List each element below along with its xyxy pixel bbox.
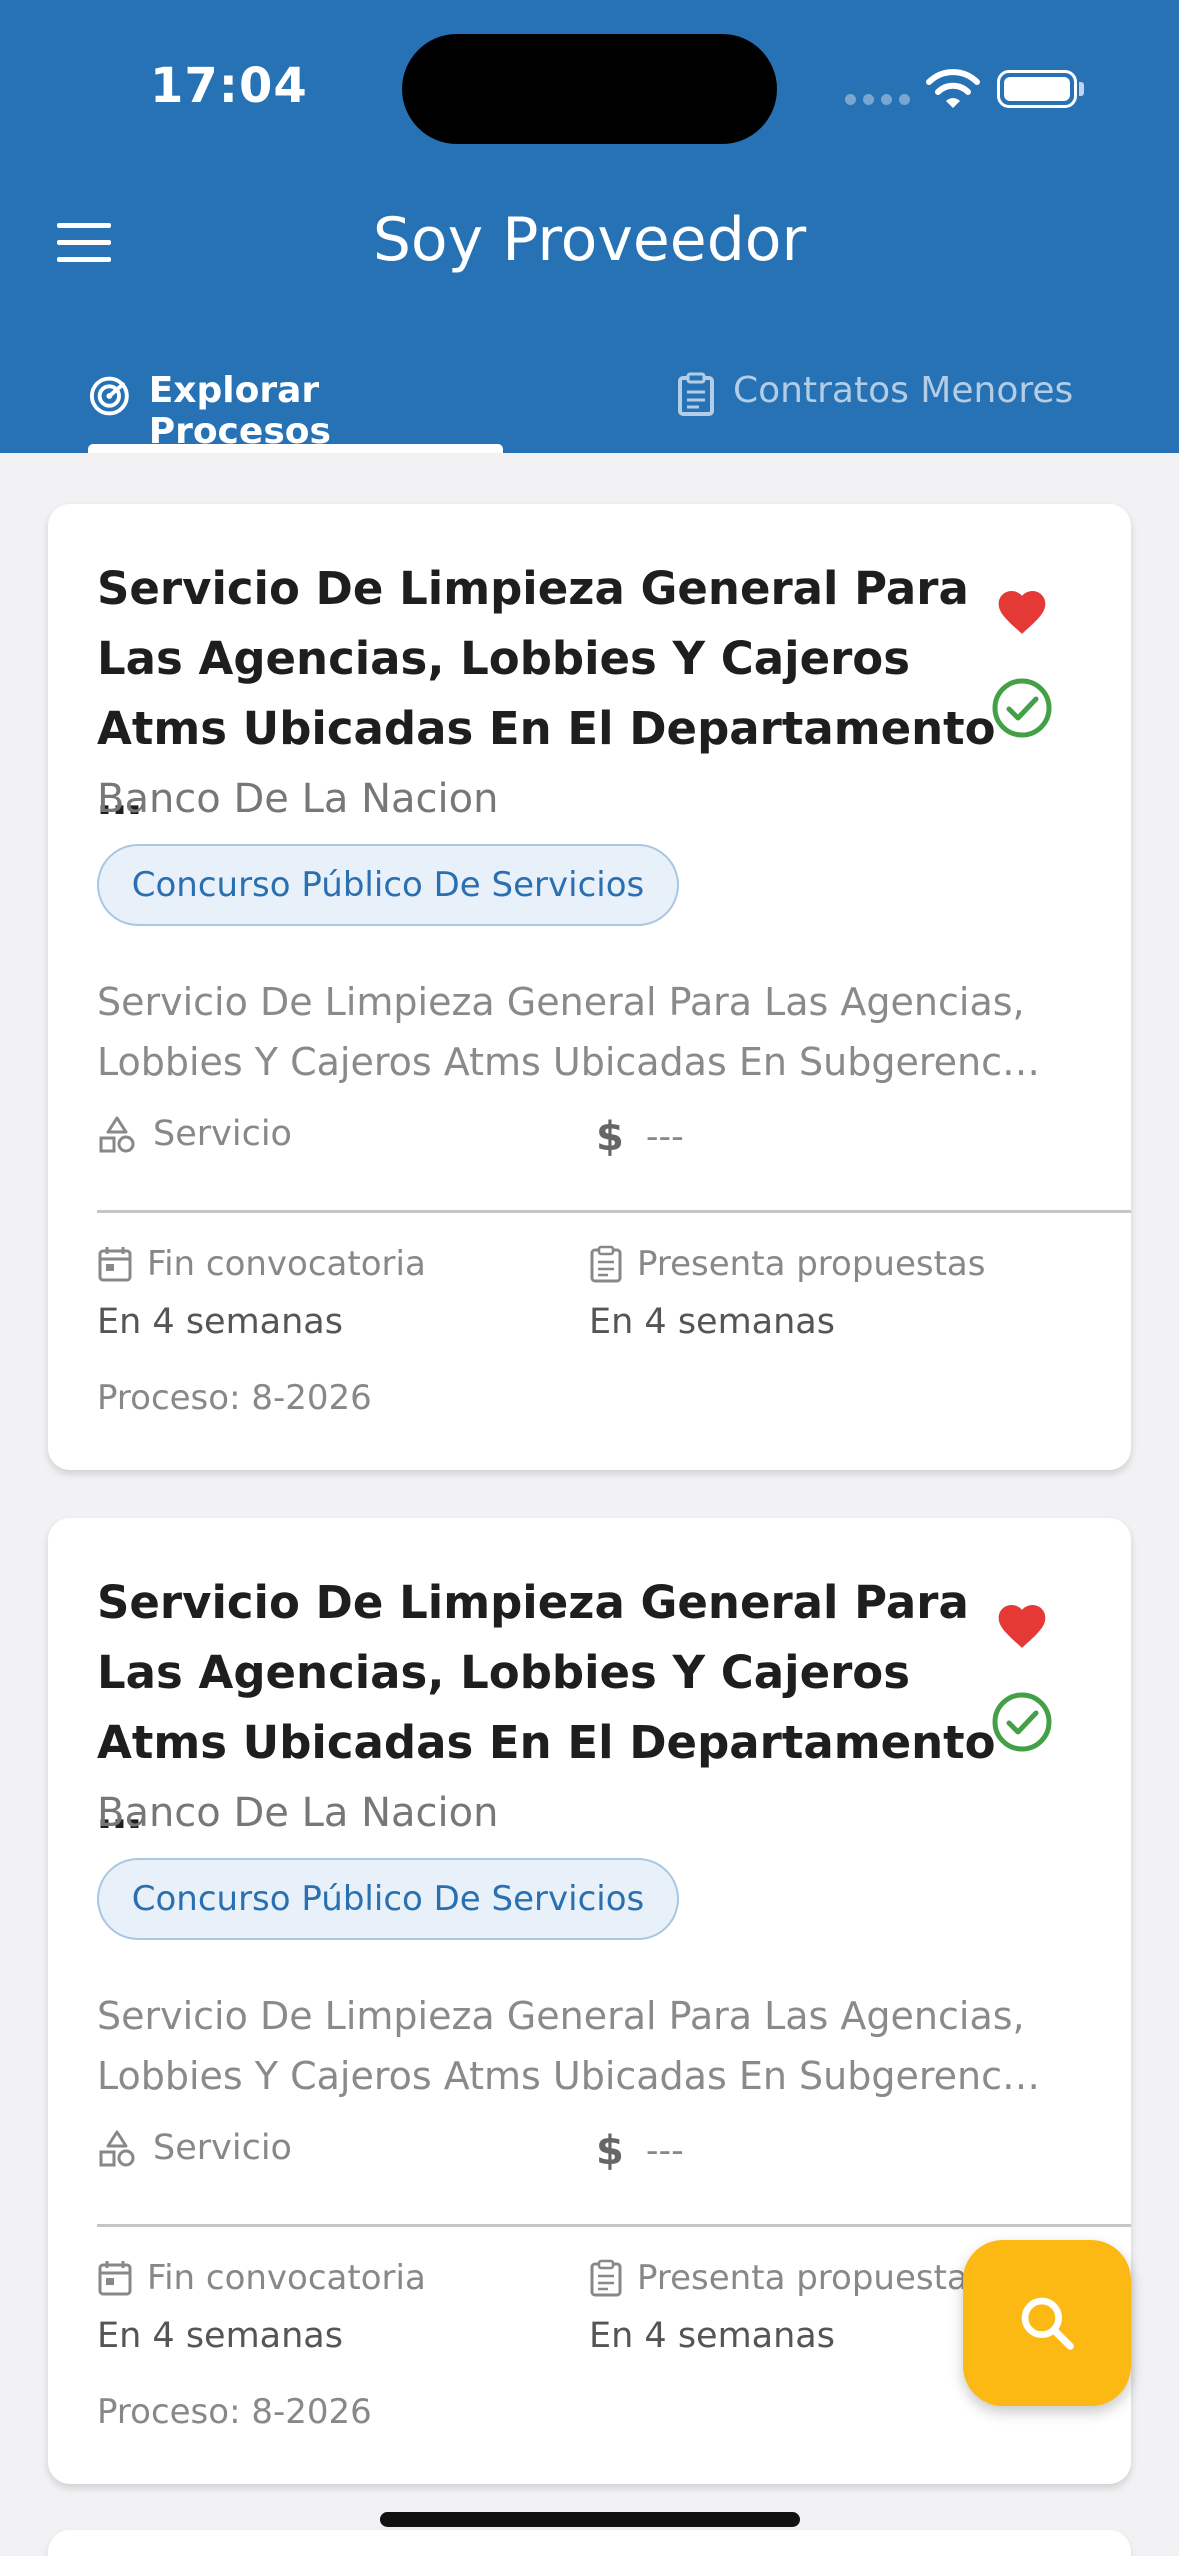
process-type-badge: Concurso Público De Servicios <box>97 844 679 926</box>
category-label: Servicio <box>153 2128 292 2168</box>
clipboard-icon <box>678 372 714 416</box>
amount-value: --- <box>645 1117 684 1157</box>
radar-icon <box>89 376 129 416</box>
app-header: 17:04 Soy Proveedor Explorar Procesos Co… <box>0 0 1179 453</box>
process-card[interactable] <box>48 2530 1131 2556</box>
status-time: 17:04 <box>150 58 308 114</box>
deadline-label: Fin convocatoria <box>97 2258 426 2298</box>
card-description: Servicio De Limpieza General Para Las Ag… <box>97 1994 1040 2098</box>
check-circle-icon[interactable] <box>990 1690 1054 1754</box>
tab-contratos-menores[interactable]: Contratos Menores <box>677 360 1097 453</box>
dynamic-island <box>402 34 777 144</box>
divider <box>97 2224 1131 2227</box>
proposal-value: En 4 semanas <box>589 2316 835 2356</box>
dollar-icon: $ <box>596 2128 624 2174</box>
shapes-icon <box>99 2130 135 2167</box>
deadline-value: En 4 semanas <box>97 1302 343 1342</box>
clipboard-icon <box>590 1245 622 1283</box>
process-number: Proceso: 8-2026 <box>97 1378 372 1418</box>
deadline-value: En 4 semanas <box>97 2316 343 2356</box>
wifi-icon <box>926 69 980 108</box>
proposal-label: Presenta propuestas <box>589 1244 985 1284</box>
process-type-badge: Concurso Público De Servicios <box>97 1858 679 1940</box>
home-indicator <box>380 2512 800 2527</box>
amount-row: $ --- <box>596 2128 684 2174</box>
search-icon <box>1021 2297 1074 2350</box>
search-button[interactable] <box>963 2240 1131 2406</box>
category-row: Servicio <box>97 1114 292 1154</box>
heart-icon[interactable] <box>994 584 1050 640</box>
deadline-label: Fin convocatoria <box>97 1244 426 1284</box>
signal-icon <box>845 94 910 105</box>
category-row: Servicio <box>97 2128 292 2168</box>
process-card[interactable]: Servicio De Limpieza General Para Las Ag… <box>48 504 1131 1470</box>
active-tab-indicator <box>88 444 503 453</box>
entity-name: Banco De La Nacion <box>97 1790 499 1836</box>
battery-icon <box>997 70 1077 108</box>
dollar-icon: $ <box>596 1114 624 1160</box>
divider <box>97 1210 1131 1213</box>
page-title: Soy Proveedor <box>372 205 807 275</box>
tab-label: Contratos Menores <box>733 370 1074 411</box>
proposal-label: Presenta propuestas <box>589 2258 985 2298</box>
clipboard-icon <box>590 2259 622 2297</box>
calendar-icon <box>98 1247 132 1282</box>
amount-value: --- <box>645 2131 684 2171</box>
process-number: Proceso: 8-2026 <box>97 2392 372 2432</box>
amount-row: $ --- <box>596 1114 684 1160</box>
tab-label: Explorar Procesos <box>148 370 331 452</box>
calendar-icon <box>98 2261 132 2296</box>
proposal-value: En 4 semanas <box>589 1302 835 1342</box>
status-icons <box>845 64 1085 114</box>
entity-name: Banco De La Nacion <box>97 776 499 822</box>
heart-icon[interactable] <box>994 1598 1050 1654</box>
shapes-icon <box>99 1116 135 1153</box>
check-circle-icon[interactable] <box>990 676 1054 740</box>
tab-explorar-procesos[interactable]: Explorar Procesos <box>88 360 503 453</box>
category-label: Servicio <box>153 1114 292 1154</box>
card-description: Servicio De Limpieza General Para Las Ag… <box>97 980 1040 1084</box>
